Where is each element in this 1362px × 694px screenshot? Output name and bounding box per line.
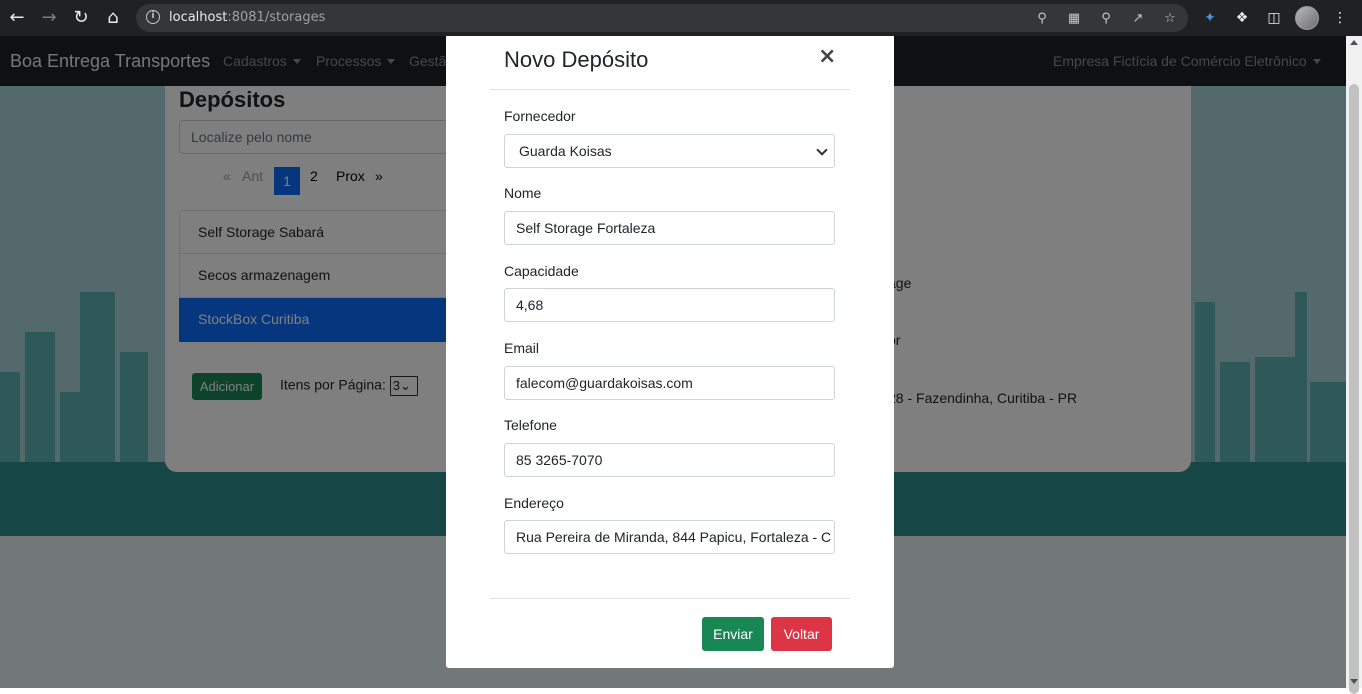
site-info-icon[interactable]: i xyxy=(146,10,160,24)
modal-title: Novo Depósito xyxy=(504,47,649,72)
name-label: Nome xyxy=(504,185,542,201)
modal-header-divider xyxy=(490,89,850,90)
extensions-puzzle-icon[interactable]: ❖ xyxy=(1232,8,1252,28)
address-field[interactable]: Rua Pereira de Miranda, 844 Papicu, Fort… xyxy=(504,520,835,554)
supplier-select[interactable]: Guarda Koisas xyxy=(504,134,835,168)
key-icon[interactable]: ⚲ xyxy=(1034,11,1050,27)
reload-icon[interactable]: ↻ xyxy=(69,6,93,30)
profile-avatar[interactable] xyxy=(1295,6,1319,30)
back-button[interactable]: Voltar xyxy=(771,617,832,651)
phone-field[interactable]: 85 3265-7070 xyxy=(504,443,835,477)
capacity-label: Capacidade xyxy=(504,263,579,279)
back-arrow-icon[interactable]: ← xyxy=(5,6,29,30)
submit-button[interactable]: Enviar xyxy=(702,617,764,651)
chevron-down-icon xyxy=(816,144,828,156)
bookmark-star-icon[interactable]: ☆ xyxy=(1162,11,1178,27)
address-bar[interactable]: i localhost:8081/storages ⚲ ▦ ⚲ ↗ ☆ xyxy=(136,4,1188,32)
new-storage-modal: Novo Depósito × Fornecedor Guarda Koisas… xyxy=(446,36,894,668)
scrollbar-thumb[interactable] xyxy=(1349,84,1359,694)
page-scrollbar[interactable] xyxy=(1346,36,1362,694)
browser-menu-icon[interactable]: ⋮ xyxy=(1330,8,1350,28)
browser-toolbar: ← → ↻ ⌂ i localhost:8081/storages ⚲ ▦ ⚲ … xyxy=(0,0,1362,36)
url-text[interactable]: localhost:8081/storages xyxy=(169,10,325,25)
extension-feather-icon[interactable]: ✦ xyxy=(1200,8,1220,28)
email-label: Email xyxy=(504,340,540,356)
email-field[interactable]: falecom@guardakoisas.com xyxy=(504,366,835,400)
zoom-icon[interactable]: ⚲ xyxy=(1098,11,1114,27)
translate-icon[interactable]: ▦ xyxy=(1066,11,1082,27)
name-field[interactable]: Self Storage Fortaleza xyxy=(504,211,835,245)
share-icon[interactable]: ↗ xyxy=(1130,11,1146,27)
address-label: Endereço xyxy=(504,495,564,511)
supplier-label: Fornecedor xyxy=(504,108,576,124)
scroll-up-arrow-icon[interactable] xyxy=(1350,40,1358,45)
close-icon[interactable]: × xyxy=(818,44,836,69)
side-panel-icon[interactable]: ◫ xyxy=(1264,8,1284,28)
phone-label: Telefone xyxy=(504,417,557,433)
capacity-field[interactable]: 4,68 xyxy=(504,288,835,322)
scroll-down-arrow-icon[interactable] xyxy=(1350,679,1358,684)
home-icon[interactable]: ⌂ xyxy=(101,6,125,30)
forward-arrow-icon[interactable]: → xyxy=(37,6,61,30)
modal-footer-divider xyxy=(490,598,850,599)
